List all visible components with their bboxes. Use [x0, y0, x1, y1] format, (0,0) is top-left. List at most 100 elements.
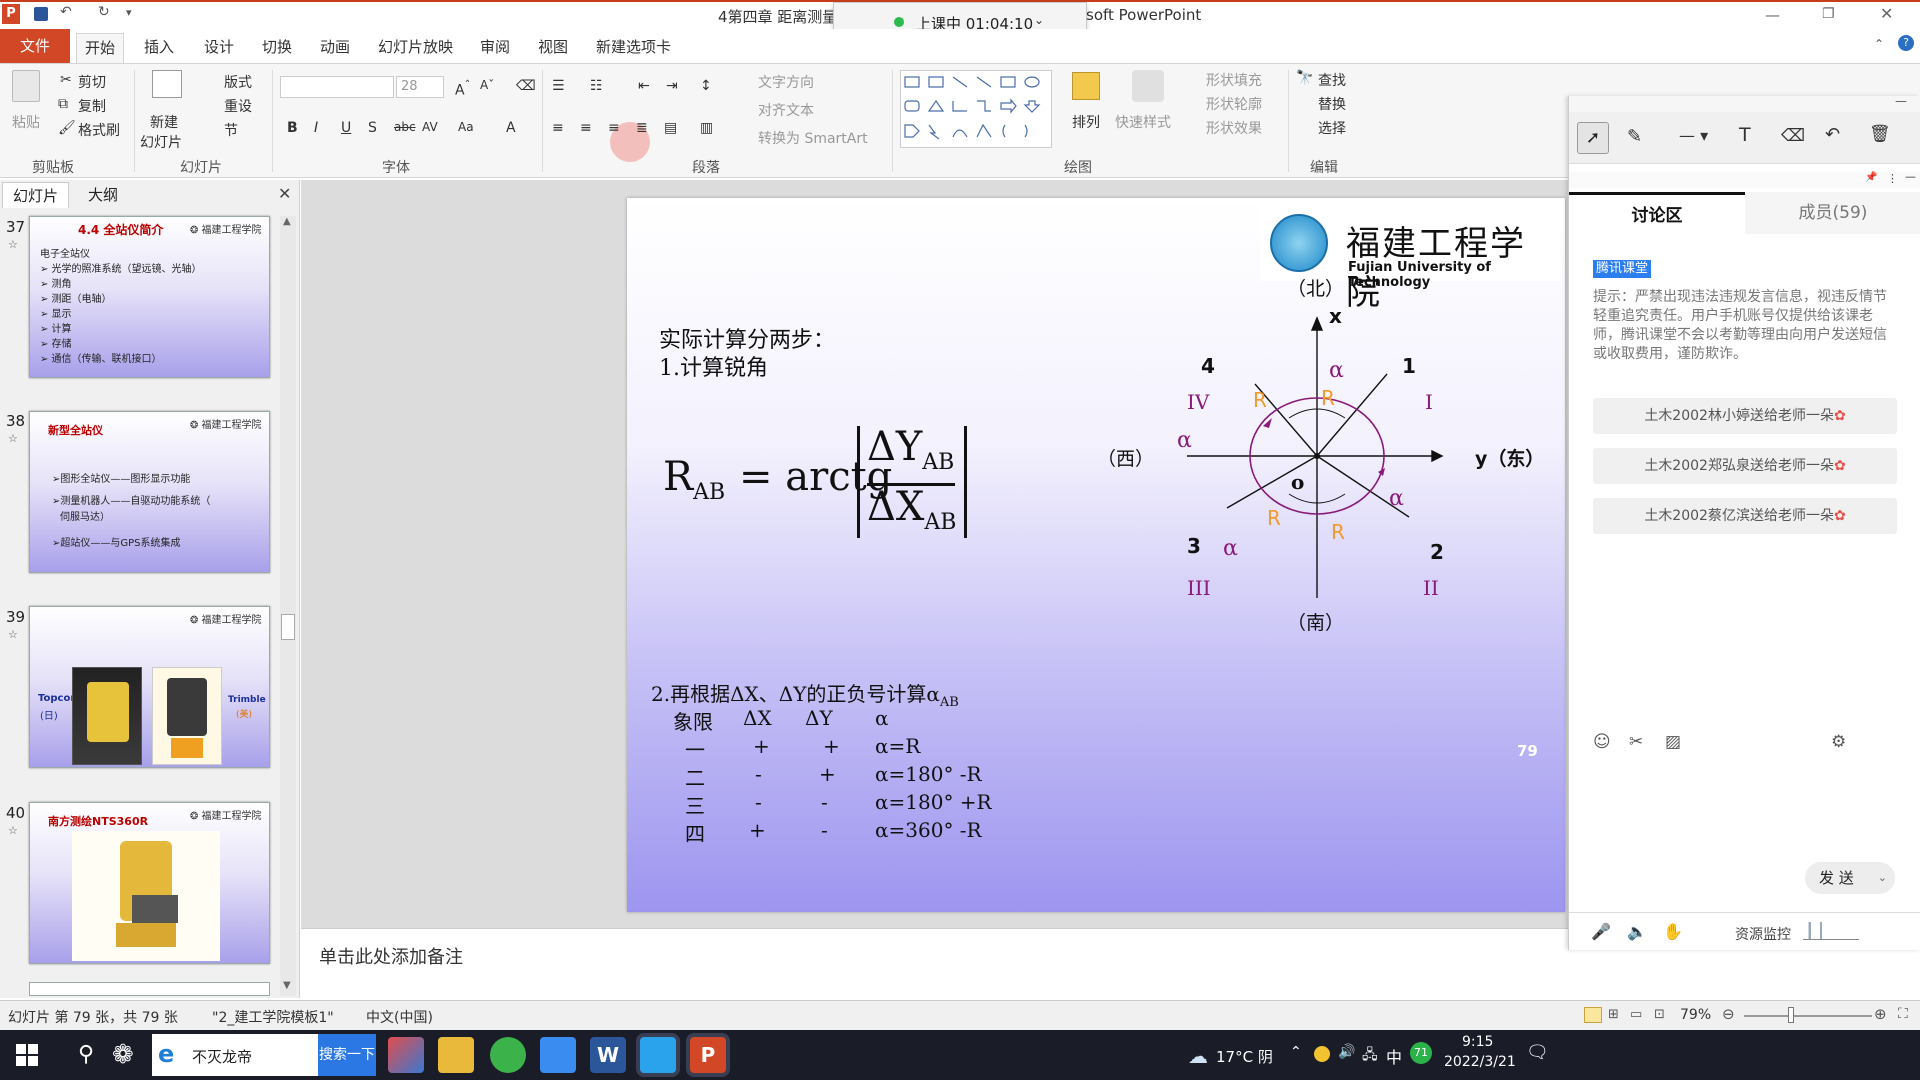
zoom-out-icon[interactable]: ⊖ — [1722, 1005, 1735, 1023]
reading-view-icon[interactable]: ▭ — [1630, 1007, 1642, 1022]
help-icon[interactable]: ? — [1898, 35, 1914, 51]
redo-icon[interactable]: ↻ — [98, 4, 110, 20]
smartart-button[interactable]: 转换为 SmartArt — [758, 128, 868, 148]
tab-members[interactable]: 成员(59) — [1745, 192, 1920, 234]
undo-icon[interactable]: ↶ — [60, 4, 72, 20]
image-icon[interactable]: ▨ — [1665, 732, 1681, 752]
feishu-app-icon[interactable] — [540, 1037, 576, 1073]
tab-outline[interactable]: 大纲 — [78, 182, 128, 208]
notification-badge[interactable]: 71 — [1410, 1042, 1432, 1064]
align-center-icon[interactable]: ≡ — [580, 120, 592, 136]
scissors-icon[interactable]: ✂ — [1629, 732, 1643, 752]
slide-sorter-icon[interactable]: ⊞ — [1608, 1007, 1619, 1022]
word-icon[interactable]: W — [590, 1037, 626, 1073]
shape-fill-button[interactable]: 形状填充 — [1206, 70, 1262, 90]
change-case-icon[interactable]: Aa — [458, 120, 474, 134]
tray-app-icon[interactable] — [1314, 1046, 1330, 1062]
slide-thumbnail-38[interactable]: 新型全站仪 ❂ 福建工程学院 ➢图形全站仪——图形显示功能 ➢测量机器人——自驱… — [29, 411, 270, 573]
align-text-button[interactable]: 对齐文本 — [758, 100, 814, 120]
text-tool-icon[interactable]: T — [1739, 124, 1751, 146]
font-color-icon[interactable]: A — [506, 120, 516, 136]
notes-pane[interactable]: 单击此处添加备注 — [301, 928, 1568, 998]
settings-icon[interactable]: ⚙ — [1831, 732, 1846, 752]
clear-format-icon[interactable]: ⌫ — [516, 78, 536, 94]
replace-button[interactable]: 替换 — [1318, 94, 1346, 114]
tab-file[interactable]: 文件 — [0, 29, 70, 63]
line-tool-icon[interactable]: — ▾ — [1679, 126, 1708, 145]
tab-slides[interactable]: 幻灯片 — [2, 182, 70, 208]
zoom-slider[interactable] — [1744, 1015, 1872, 1017]
ime-indicator[interactable]: 中 — [1386, 1044, 1402, 1068]
cut-button[interactable]: 剪切 — [78, 72, 106, 92]
shapes-gallery[interactable] — [900, 70, 1052, 148]
strikethrough-icon[interactable]: abc — [394, 120, 416, 134]
quick-access-customize-icon[interactable]: ▾ — [126, 6, 132, 19]
current-slide[interactable]: 福建工程学院 Fujian University of Technology 实… — [627, 198, 1565, 912]
select-button[interactable]: 选择 — [1318, 118, 1346, 138]
copy-button[interactable]: 复制 — [78, 96, 106, 116]
network-icon[interactable]: 🖧 — [1362, 1044, 1378, 1068]
tab-transitions[interactable]: 切换 — [254, 33, 300, 63]
restore-button[interactable]: ❐ — [1822, 6, 1835, 22]
reset-button[interactable]: 重设 — [224, 96, 252, 116]
tab-slideshow[interactable]: 幻灯片放映 — [370, 33, 461, 63]
send-button[interactable]: 发 送 ⌄ — [1805, 862, 1895, 894]
powerpoint-icon[interactable]: P — [690, 1037, 726, 1073]
normal-view-icon[interactable] — [1584, 1007, 1602, 1023]
layout-button[interactable]: 版式 — [224, 72, 252, 92]
distributed-icon[interactable]: ▤ — [664, 120, 677, 136]
italic-icon[interactable]: I — [314, 120, 318, 136]
folder-icon[interactable] — [438, 1037, 474, 1073]
undo-tool-icon[interactable]: ↶ — [1825, 124, 1840, 145]
char-spacing-icon[interactable]: AV — [422, 120, 438, 134]
text-direction-button[interactable]: 文字方向 — [758, 72, 814, 92]
scroll-down-icon[interactable]: ▼ — [283, 980, 291, 991]
scroll-up-icon[interactable]: ▲ — [283, 216, 291, 227]
windows-start-icon[interactable] — [16, 1044, 38, 1066]
bird-app-icon[interactable] — [388, 1037, 424, 1073]
underline-icon[interactable]: U — [341, 120, 351, 136]
align-right-icon[interactable]: ≡ — [608, 120, 620, 136]
bold-icon[interactable]: B — [287, 120, 298, 136]
pointer-tool-icon[interactable]: ➚ — [1577, 122, 1609, 154]
delete-tool-icon[interactable]: 🗑 — [1869, 124, 1891, 144]
font-size-combobox[interactable]: 28 — [396, 76, 444, 98]
tab-home[interactable]: 开始 — [76, 33, 125, 63]
new-slide-button-line2[interactable]: 幻灯片 — [140, 132, 182, 152]
language-status[interactable]: 中文(中国) — [366, 1007, 433, 1027]
pinwheel-app-icon[interactable]: ❁ — [112, 1040, 134, 1070]
fit-slide-icon[interactable]: ⛶ — [1898, 1006, 1908, 1022]
mic-muted-icon[interactable]: 🎤 — [1591, 922, 1611, 941]
panel-drag-bar[interactable] — [1569, 96, 1920, 112]
grow-font-icon[interactable]: Aˆ — [455, 78, 470, 99]
close-panel-icon[interactable]: ✕ — [278, 184, 291, 203]
bullets-icon[interactable]: ☰ — [552, 78, 565, 94]
slide-thumbnail-39[interactable]: ❂ 福建工程学院 Topcon (日) Trimble (美) — [29, 606, 270, 768]
font-name-combobox[interactable] — [280, 76, 394, 98]
paste-button[interactable]: 粘贴 — [12, 112, 40, 132]
align-left-icon[interactable]: ≡ — [552, 120, 564, 136]
weather-text[interactable]: 17°C 阴 — [1216, 1046, 1273, 1067]
numbering-icon[interactable]: ☷ — [590, 78, 603, 94]
shrink-font-icon[interactable]: Aˇ — [480, 78, 494, 92]
clock-date[interactable]: 2022/3/21 — [1444, 1054, 1516, 1070]
shape-effects-button[interactable]: 形状效果 — [1206, 118, 1262, 138]
action-center-icon[interactable]: 🗨 — [1526, 1042, 1549, 1063]
justify-icon[interactable]: ≣ — [636, 120, 648, 136]
thumb-scrollbar[interactable]: ▲ ▼ — [280, 216, 296, 996]
shadow-icon[interactable]: S — [368, 120, 377, 136]
slideshow-icon[interactable]: ⊡ — [1654, 1007, 1665, 1022]
search-icon[interactable]: ⚲ — [78, 1042, 94, 1067]
scroll-thumb[interactable] — [281, 614, 295, 640]
quick-styles-button[interactable]: 快速样式 — [1115, 112, 1171, 132]
format-painter-button[interactable]: 格式刷 — [78, 120, 120, 140]
speaker-icon[interactable]: 🔈 — [1627, 922, 1647, 941]
tab-new[interactable]: 新建选项卡 — [588, 33, 679, 63]
hand-icon[interactable]: ✋ — [1663, 922, 1683, 941]
zoom-in-icon[interactable]: ⊕ — [1874, 1005, 1887, 1023]
clock-time[interactable]: 9:15 — [1462, 1034, 1493, 1050]
tab-review[interactable]: 审阅 — [472, 33, 518, 63]
line-spacing-icon[interactable]: ↕ — [700, 78, 712, 94]
arrange-button[interactable]: 排列 — [1072, 112, 1100, 132]
paste-icon[interactable] — [12, 70, 40, 102]
